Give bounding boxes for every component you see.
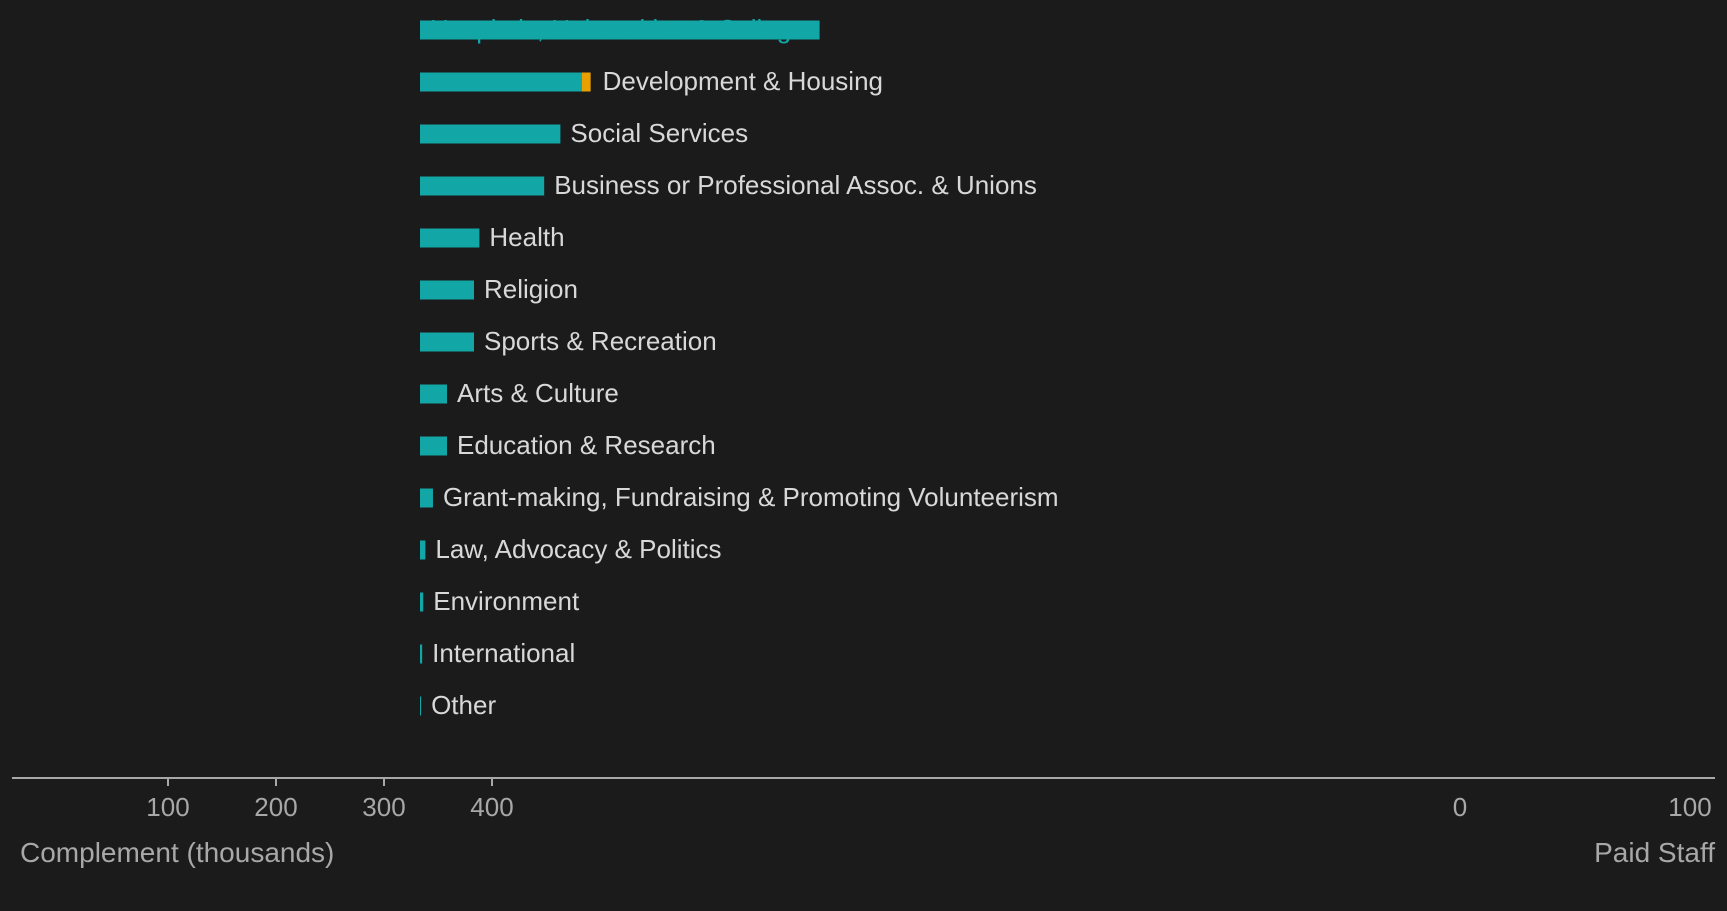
bar-6 [420, 332, 474, 352]
bar-13 [420, 696, 422, 716]
bar-5 [420, 280, 474, 300]
category-label-7: Arts & Culture [457, 378, 619, 408]
paid-staff-axis-label: Paid Staff [1594, 837, 1715, 868]
category-label-0: Hospitals, Universities & Colleges [430, 14, 819, 44]
x-tick-label-2: 300 [362, 792, 405, 822]
category-label-10: Law, Advocacy & Politics [435, 534, 721, 564]
right-tick-zero: 0 [1453, 792, 1467, 822]
category-label-11: Environment [433, 586, 580, 616]
category-label-5: Religion [484, 274, 578, 304]
category-label-8: Education & Research [457, 430, 716, 460]
bar-8 [420, 436, 447, 456]
category-label-2: Social Services [570, 118, 748, 148]
volunteer-segment [582, 72, 591, 92]
category-label-6: Sports & Recreation [484, 326, 717, 356]
chart-background [0, 0, 1727, 906]
bar-7 [420, 384, 447, 404]
bar-9 [420, 488, 433, 508]
x-axis-label: Complement (thousands) [20, 837, 334, 868]
x-tick-label-1: 200 [254, 792, 297, 822]
bar-chart: Hospitals, Universities & Colleges Develo… [0, 0, 1727, 906]
bar-3 [420, 176, 545, 196]
category-label-9: Grant-making, Fundraising & Promoting Vo… [443, 482, 1059, 512]
category-label-3: Business or Professional Assoc. & Unions [554, 170, 1037, 200]
category-label-13: Other [431, 690, 496, 720]
x-tick-label-3: 400 [470, 792, 513, 822]
category-label-4: Health [489, 222, 564, 252]
right-tick-hundred: 100 [1668, 792, 1711, 822]
bar-4 [420, 228, 480, 248]
bar-10 [420, 540, 426, 560]
bar-11 [420, 592, 424, 612]
bar-2 [420, 124, 561, 144]
bar-12 [420, 644, 423, 664]
x-tick-label-0: 100 [146, 792, 189, 822]
bar-1 [420, 72, 582, 92]
category-label-12: International [432, 638, 575, 668]
category-label-1: Development & Housing [603, 66, 883, 96]
chart-svg: Hospitals, Universities & Colleges Develo… [0, 0, 1727, 906]
